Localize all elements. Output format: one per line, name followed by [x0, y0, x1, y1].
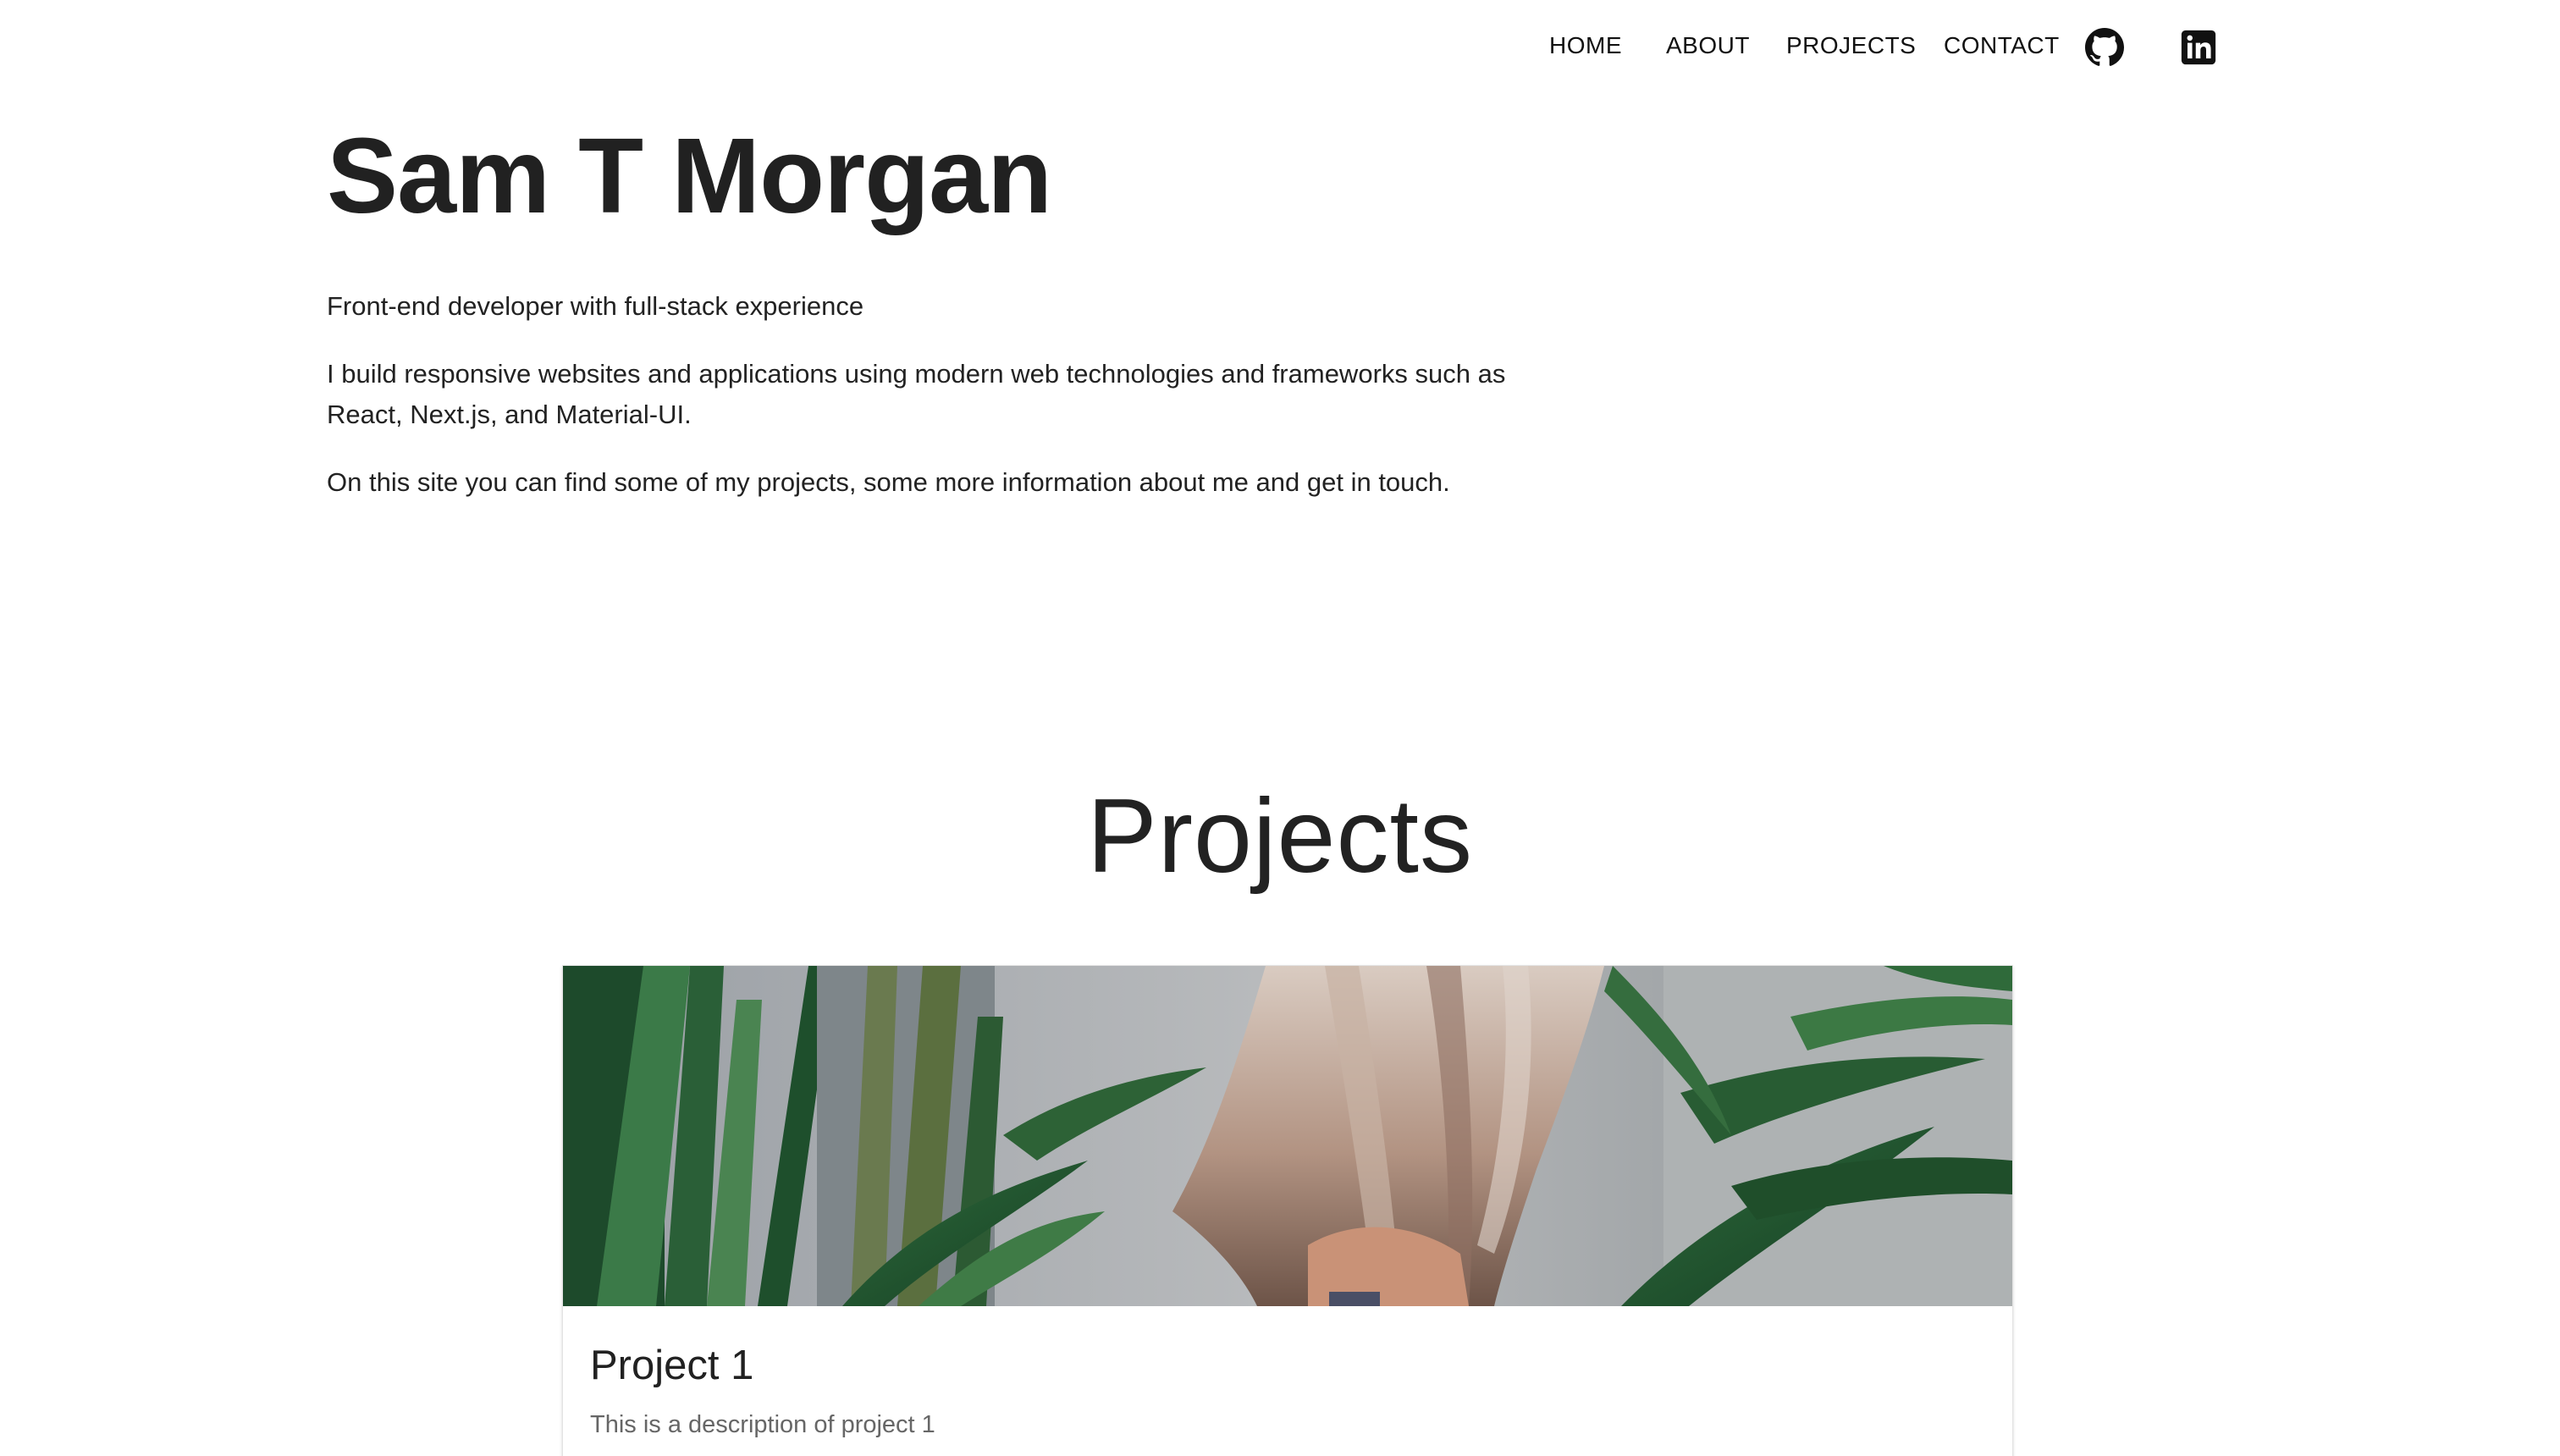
project-image: [563, 966, 2012, 1306]
project-title: Project 1: [590, 1343, 754, 1388]
hero-site-info: On this site you can find some of my pro…: [327, 467, 1450, 497]
project-description: This is a description of project 1: [590, 1411, 935, 1438]
project-card[interactable]: Project 1 This is a description of proje…: [562, 965, 2013, 1456]
top-nav: HOME ABOUT PROJECTS CONTACT: [0, 0, 2560, 95]
github-icon[interactable]: [2085, 28, 2124, 67]
hero-description: I build responsive websites and applicat…: [327, 359, 1506, 429]
nav-link-contact[interactable]: CONTACT: [1944, 32, 2060, 59]
projects-heading: Projects: [1087, 778, 1473, 895]
nav-link-about[interactable]: ABOUT: [1666, 32, 1750, 59]
hero-tagline: Front-end developer with full-stack expe…: [327, 291, 864, 321]
nav-link-home[interactable]: HOME: [1549, 32, 1622, 59]
hero-name: Sam T Morgan: [327, 116, 1052, 235]
nav-link-projects[interactable]: PROJECTS: [1786, 32, 1916, 59]
page: HOME ABOUT PROJECTS CONTACT Sam T Morgan…: [0, 0, 2560, 1456]
linkedin-icon[interactable]: [2179, 28, 2218, 67]
